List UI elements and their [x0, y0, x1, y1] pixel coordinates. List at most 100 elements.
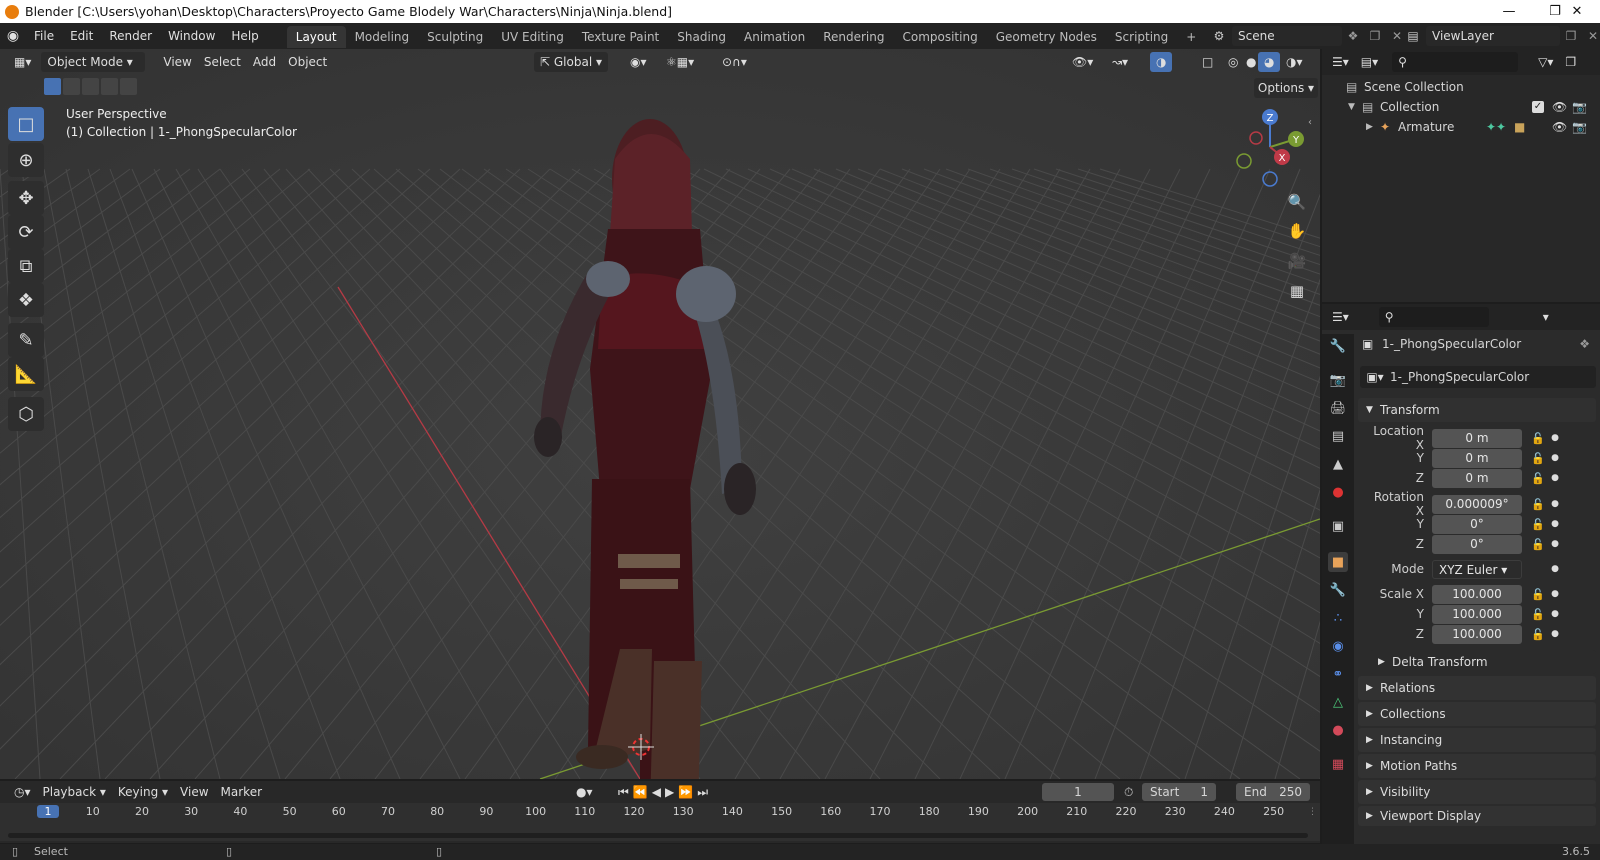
timeline-scrubber[interactable]: 1 10 20 30 40 50 60 70 80 90 100 110 120 130 140 150 160…	[0, 803, 1320, 841]
keyframe-scale-z-icon[interactable]: ●	[1548, 629, 1562, 639]
new-view-layer-icon[interactable]: ❐	[1560, 29, 1582, 43]
properties-search-input[interactable]: ⚲	[1378, 307, 1489, 327]
tool-measure[interactable]: 📐	[8, 357, 44, 391]
select-intersect-icon[interactable]	[120, 78, 137, 95]
collections-panel[interactable]: ▶ Collections	[1358, 702, 1596, 726]
next-keyframe-icon[interactable]: ⏩	[678, 785, 697, 799]
select-invert-icon[interactable]	[101, 78, 118, 95]
start-frame-field[interactable]: Start 1	[1142, 783, 1216, 801]
rotation-y-field[interactable]: 0°	[1432, 514, 1522, 534]
perspective-toggle-icon[interactable]: ▦	[1283, 277, 1311, 305]
particles-tab-icon[interactable]: ∴	[1328, 608, 1348, 628]
select-extend-icon[interactable]	[63, 78, 80, 95]
menu-help[interactable]: Help	[223, 23, 266, 49]
collection-tab-icon[interactable]: ▣	[1328, 516, 1348, 536]
scene-tab-icon[interactable]: ▲	[1328, 454, 1348, 474]
tool-select-box[interactable]: □	[8, 107, 44, 141]
scale-x-field[interactable]: 100.000	[1432, 584, 1522, 604]
visibility-selector-icon[interactable]: 👁▾	[1066, 52, 1099, 72]
keyframe-rotation-x-icon[interactable]: ●	[1548, 499, 1562, 509]
rotation-mode-dropdown[interactable]: XYZ Euler ▾	[1432, 559, 1522, 579]
keyframe-scale-y-icon[interactable]: ●	[1548, 609, 1562, 619]
outliner-row-armature[interactable]: ▶ ✦ Armature ✦✦ ■ 👁 📷	[1366, 117, 1598, 137]
output-tab-icon[interactable]: 🖨	[1328, 398, 1348, 418]
timeline-scrollbar[interactable]	[8, 833, 1308, 838]
keyframe-location-z-icon[interactable]: ●	[1548, 473, 1562, 483]
menu-select[interactable]: Select	[198, 52, 247, 72]
tool-tab-icon[interactable]: 🔧	[1328, 336, 1348, 356]
tool-annotate[interactable]: ✎	[8, 323, 44, 357]
current-frame-field[interactable]: 1	[1042, 783, 1114, 801]
options-dropdown[interactable]: Options ▾	[1254, 78, 1318, 98]
expand-collection-icon[interactable]: ▼	[1348, 102, 1362, 112]
tab-sculpting[interactable]: Sculpting	[418, 26, 492, 48]
tab-rendering[interactable]: Rendering	[814, 26, 893, 48]
view-layer-field[interactable]: ViewLayer	[1426, 26, 1560, 46]
menu-window[interactable]: Window	[160, 23, 223, 49]
material-tab-icon[interactable]: ●	[1328, 720, 1348, 740]
modifier-tab-icon[interactable]: 🔧	[1328, 580, 1348, 600]
pan-hand-icon[interactable]: ✋	[1283, 217, 1311, 245]
navigation-gizmo[interactable]: Z Y X	[1230, 107, 1310, 189]
end-frame-field[interactable]: End 250	[1236, 783, 1310, 801]
zoom-icon[interactable]: 🔍	[1283, 188, 1311, 216]
auto-keying-icon[interactable]: ●▾	[570, 782, 599, 802]
keyframe-location-x-icon[interactable]: ●	[1548, 433, 1562, 443]
location-y-field[interactable]: 0 m	[1432, 448, 1522, 468]
view-layer-tab-icon[interactable]: ▤	[1328, 426, 1348, 446]
relations-panel[interactable]: ▶ Relations	[1358, 676, 1596, 700]
lock-location-x-icon[interactable]: 🔓	[1528, 432, 1548, 445]
lock-location-z-icon[interactable]: 🔓	[1528, 472, 1548, 485]
delta-transform-panel[interactable]: ▶ Delta Transform	[1370, 650, 1596, 674]
menu-marker[interactable]: Marker	[215, 782, 268, 802]
keyframe-rotation-y-icon[interactable]: ●	[1548, 519, 1562, 529]
tab-compositing[interactable]: Compositing	[893, 26, 986, 48]
display-mode-icon[interactable]: ▤▾	[1355, 52, 1384, 72]
new-collection-icon[interactable]: ❐	[1559, 52, 1582, 72]
menu-playback[interactable]: Playback ▾	[37, 782, 112, 802]
transform-orientation-dropdown[interactable]: ⇱ Global ▾	[534, 52, 608, 72]
blender-menu-icon[interactable]: ◉	[0, 28, 26, 44]
expand-armature-icon[interactable]: ▶	[1366, 122, 1380, 132]
outliner-search-input[interactable]: ⚲	[1392, 52, 1519, 72]
tab-texture-paint[interactable]: Texture Paint	[573, 26, 668, 48]
timeline-scroll-icon[interactable]: ⋮	[1308, 807, 1317, 817]
properties-options-icon[interactable]: ▾	[1537, 307, 1555, 327]
menu-render[interactable]: Render	[101, 23, 160, 49]
snap-icon[interactable]: ⚛▦▾	[660, 52, 700, 72]
viewport-display-panel[interactable]: ▶ Viewport Display	[1358, 806, 1596, 826]
tab-layout[interactable]: Layout	[286, 26, 346, 48]
texture-tab-icon[interactable]: ▦	[1328, 754, 1348, 774]
camera-view-icon[interactable]: 🎥	[1283, 247, 1311, 275]
pivot-point-icon[interactable]: ◉▾	[624, 52, 653, 72]
menu-file[interactable]: File	[26, 23, 62, 49]
menu-object[interactable]: Object	[282, 52, 333, 72]
menu-keying[interactable]: Keying ▾	[112, 782, 174, 802]
tab-uv-editing[interactable]: UV Editing	[492, 26, 573, 48]
lock-rotation-z-icon[interactable]: 🔓	[1528, 538, 1548, 551]
filter-icon[interactable]: ▽▾	[1532, 52, 1559, 72]
rotation-x-field[interactable]: 0.000009°	[1432, 494, 1522, 514]
material-preview-icon[interactable]: ◕	[1258, 52, 1281, 72]
3d-viewport[interactable]: ▦▾ Object Mode ▾ View Select Add Object …	[0, 49, 1320, 779]
tool-cursor[interactable]: ⊕	[8, 143, 44, 177]
tool-scale[interactable]: ⧉	[8, 249, 44, 283]
prev-keyframe-icon[interactable]: ⏪	[633, 785, 652, 799]
minimize-icon[interactable]: —	[1486, 0, 1532, 23]
world-tab-icon[interactable]: ●	[1328, 482, 1348, 502]
tool-move[interactable]: ✥	[8, 181, 44, 215]
instancing-panel[interactable]: ▶ Instancing	[1358, 728, 1596, 752]
visibility-panel[interactable]: ▶ Visibility	[1358, 780, 1596, 804]
add-workspace-icon[interactable]: +	[1177, 26, 1205, 48]
pin-icon[interactable]: ❖	[1342, 29, 1364, 43]
armature-visibility-icon[interactable]: 👁	[1552, 120, 1567, 134]
physics-tab-icon[interactable]: ◉	[1328, 636, 1348, 656]
play-reverse-icon[interactable]: ◀	[652, 785, 665, 799]
lock-rotation-y-icon[interactable]: 🔓	[1528, 518, 1548, 531]
transform-panel-header[interactable]: ▼ Transform	[1358, 398, 1596, 422]
outliner-row-scene-collection[interactable]: ▤ Scene Collection	[1346, 77, 1464, 97]
overlays-toggle-icon[interactable]: ◑	[1150, 52, 1173, 72]
tab-geometry-nodes[interactable]: Geometry Nodes	[987, 26, 1106, 48]
view-layer-icon[interactable]: ▤	[1400, 29, 1426, 43]
render-tab-icon[interactable]: 📷	[1328, 370, 1348, 390]
